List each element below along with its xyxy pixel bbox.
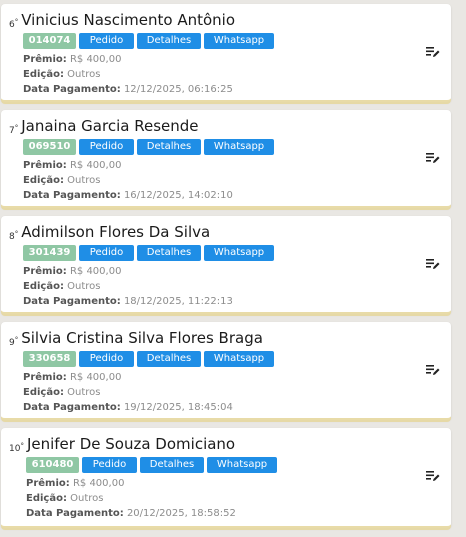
winner-name: Janaina Garcia Resende	[21, 117, 199, 135]
edit-list-icon[interactable]	[426, 46, 440, 58]
winner-title: 9° Silvia Cristina Silva Flores Braga	[9, 328, 263, 348]
winner-rank: 6°	[9, 18, 19, 30]
data-pagamento-info: Data Pagamento: 20/12/2025, 18:58:52	[26, 508, 236, 519]
pedido-button[interactable]: Pedido	[79, 351, 134, 367]
winner-card: 8° Adimilson Flores Da Silva 301439 Pedid…	[1, 216, 451, 314]
detalhes-button[interactable]: Detalhes	[137, 33, 201, 49]
whatsapp-button[interactable]: Whatsapp	[204, 351, 274, 367]
winner-rank: 10°	[9, 442, 24, 454]
winner-card: 7° Janaina Garcia Resende 069510 Pedido D…	[1, 110, 451, 208]
edicao-info: Edição: Outros	[23, 69, 101, 80]
edit-list-icon[interactable]	[426, 152, 440, 164]
data-pagamento-info: Data Pagamento: 18/12/2025, 11:22:13	[23, 296, 233, 307]
edicao-info: Edição: Outros	[23, 387, 101, 398]
whatsapp-button[interactable]: Whatsapp	[207, 457, 277, 473]
winner-title: 10° Jenifer De Souza Domiciano	[9, 434, 236, 454]
premio-info: Prêmio: R$ 400,00	[26, 478, 125, 489]
whatsapp-button[interactable]: Whatsapp	[204, 245, 274, 261]
ticket-number-badge: 330658	[23, 351, 76, 367]
edit-list-icon[interactable]	[426, 364, 440, 376]
pedido-button[interactable]: Pedido	[82, 457, 137, 473]
winner-rank: 8°	[9, 230, 19, 242]
winner-card: 6° Vinicius Nascimento Antônio 014074 Ped…	[1, 4, 451, 102]
winner-card: 9° Silvia Cristina Silva Flores Braga 330…	[1, 322, 451, 420]
data-pagamento-info: Data Pagamento: 19/12/2025, 18:45:04	[23, 402, 233, 413]
edit-list-icon[interactable]	[426, 470, 440, 482]
edicao-info: Edição: Outros	[23, 281, 101, 292]
edicao-info: Edição: Outros	[23, 175, 101, 186]
pedido-button[interactable]: Pedido	[79, 139, 134, 155]
ticket-number-badge: 301439	[23, 245, 76, 261]
whatsapp-button[interactable]: Whatsapp	[204, 139, 274, 155]
ticket-number-badge: 069510	[23, 139, 76, 155]
data-pagamento-info: Data Pagamento: 16/12/2025, 14:02:10	[23, 190, 233, 201]
premio-info: Prêmio: R$ 400,00	[23, 266, 122, 277]
edit-list-icon[interactable]	[426, 258, 440, 270]
ticket-number-badge: 014074	[23, 33, 76, 49]
premio-info: Prêmio: R$ 400,00	[23, 160, 122, 171]
detalhes-button[interactable]: Detalhes	[137, 139, 201, 155]
edicao-info: Edição: Outros	[26, 493, 104, 504]
ticket-number-badge: 610480	[26, 457, 79, 473]
winner-rank: 9°	[9, 336, 19, 348]
whatsapp-button[interactable]: Whatsapp	[204, 33, 274, 49]
winner-name: Vinicius Nascimento Antônio	[21, 11, 236, 29]
premio-info: Prêmio: R$ 400,00	[23, 54, 122, 65]
winner-card: 10° Jenifer De Souza Domiciano 610480 Ped…	[1, 428, 451, 528]
winner-name: Silvia Cristina Silva Flores Braga	[21, 329, 263, 347]
premio-info: Prêmio: R$ 400,00	[23, 372, 122, 383]
detalhes-button[interactable]: Detalhes	[137, 351, 201, 367]
winner-title: 8° Adimilson Flores Da Silva	[9, 222, 211, 242]
pedido-button[interactable]: Pedido	[79, 33, 134, 49]
winner-title: 7° Janaina Garcia Resende	[9, 116, 199, 136]
pedido-button[interactable]: Pedido	[79, 245, 134, 261]
data-pagamento-info: Data Pagamento: 12/12/2025, 06:16:25	[23, 84, 233, 95]
detalhes-button[interactable]: Detalhes	[137, 245, 201, 261]
winner-name: Jenifer De Souza Domiciano	[26, 435, 236, 453]
detalhes-button[interactable]: Detalhes	[140, 457, 204, 473]
winner-rank: 7°	[9, 124, 19, 136]
winner-name: Adimilson Flores Da Silva	[21, 223, 211, 241]
winner-title: 6° Vinicius Nascimento Antônio	[9, 10, 236, 30]
